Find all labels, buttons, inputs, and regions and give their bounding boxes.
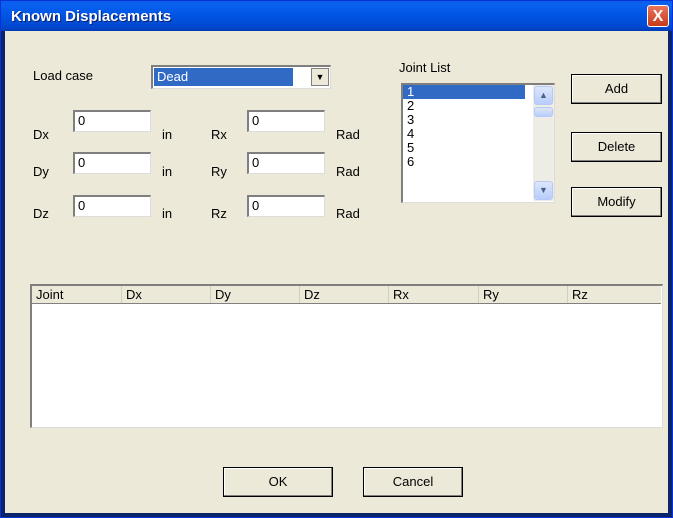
joint-listbox[interactable]: 1 2 3 4 5 6 ▲ ▼ [401,83,555,203]
dialog-body: Load case Dead ▼ Dx 0 in Rx 0 Rad Dy 0 i… [5,31,668,513]
column-header-rz[interactable]: Rz [568,286,661,303]
rx-input[interactable]: 0 [247,110,325,132]
column-header-dz[interactable]: Dz [300,286,389,303]
dx-input[interactable]: 0 [73,110,151,132]
rz-unit: Rad [336,206,360,221]
displacement-table[interactable]: Joint Dx Dy Dz Rx Ry Rz [30,284,663,428]
dy-input[interactable]: 0 [73,152,151,174]
delete-button[interactable]: Delete [571,132,662,162]
rz-input[interactable]: 0 [247,195,325,217]
column-header-dy[interactable]: Dy [211,286,300,303]
table-header: Joint Dx Dy Dz Rx Ry Rz [32,286,661,304]
ry-input[interactable]: 0 [247,152,325,174]
dz-input[interactable]: 0 [73,195,151,217]
column-header-dx[interactable]: Dx [122,286,211,303]
dy-label: Dy [33,164,49,179]
list-item[interactable]: 2 [403,99,525,113]
rx-label: Rx [211,127,227,142]
list-item[interactable]: 4 [403,127,525,141]
dialog-title: Known Displacements [11,8,172,25]
close-icon: X [652,8,664,25]
column-header-joint[interactable]: Joint [32,286,122,303]
close-button[interactable]: X [647,5,669,27]
load-case-value: Dead [154,68,293,86]
title-bar[interactable]: Known Displacements X [1,1,672,31]
cancel-button[interactable]: Cancel [363,467,463,497]
ry-label: Ry [211,164,227,179]
ok-button[interactable]: OK [223,467,333,497]
ry-unit: Rad [336,164,360,179]
load-case-label: Load case [33,68,93,83]
joint-list-label: Joint List [399,60,451,75]
dz-unit: in [162,206,173,221]
scroll-down-icon[interactable]: ▼ [534,181,553,200]
list-item[interactable]: 5 [403,141,525,155]
joint-list-scrollbar[interactable]: ▲ ▼ [533,85,554,201]
column-header-rx[interactable]: Rx [389,286,479,303]
dx-label: Dx [33,127,49,142]
scroll-up-icon[interactable]: ▲ [534,86,553,105]
list-item[interactable]: 1 [403,85,525,99]
dialog-window: Known Displacements X Load case Dead ▼ D… [0,0,673,518]
rz-label: Rz [211,206,227,221]
rx-unit: Rad [336,127,360,142]
list-item[interactable]: 6 [403,155,525,169]
list-item[interactable]: 3 [403,113,525,127]
dz-label: Dz [33,206,49,221]
add-button[interactable]: Add [571,74,662,104]
dy-unit: in [162,164,173,179]
load-case-select[interactable]: Dead ▼ [151,65,331,89]
dx-unit: in [162,127,173,142]
column-header-ry[interactable]: Ry [479,286,568,303]
scrollbar-thumb[interactable] [534,107,553,117]
modify-button[interactable]: Modify [571,187,662,217]
chevron-down-icon[interactable]: ▼ [311,68,329,86]
